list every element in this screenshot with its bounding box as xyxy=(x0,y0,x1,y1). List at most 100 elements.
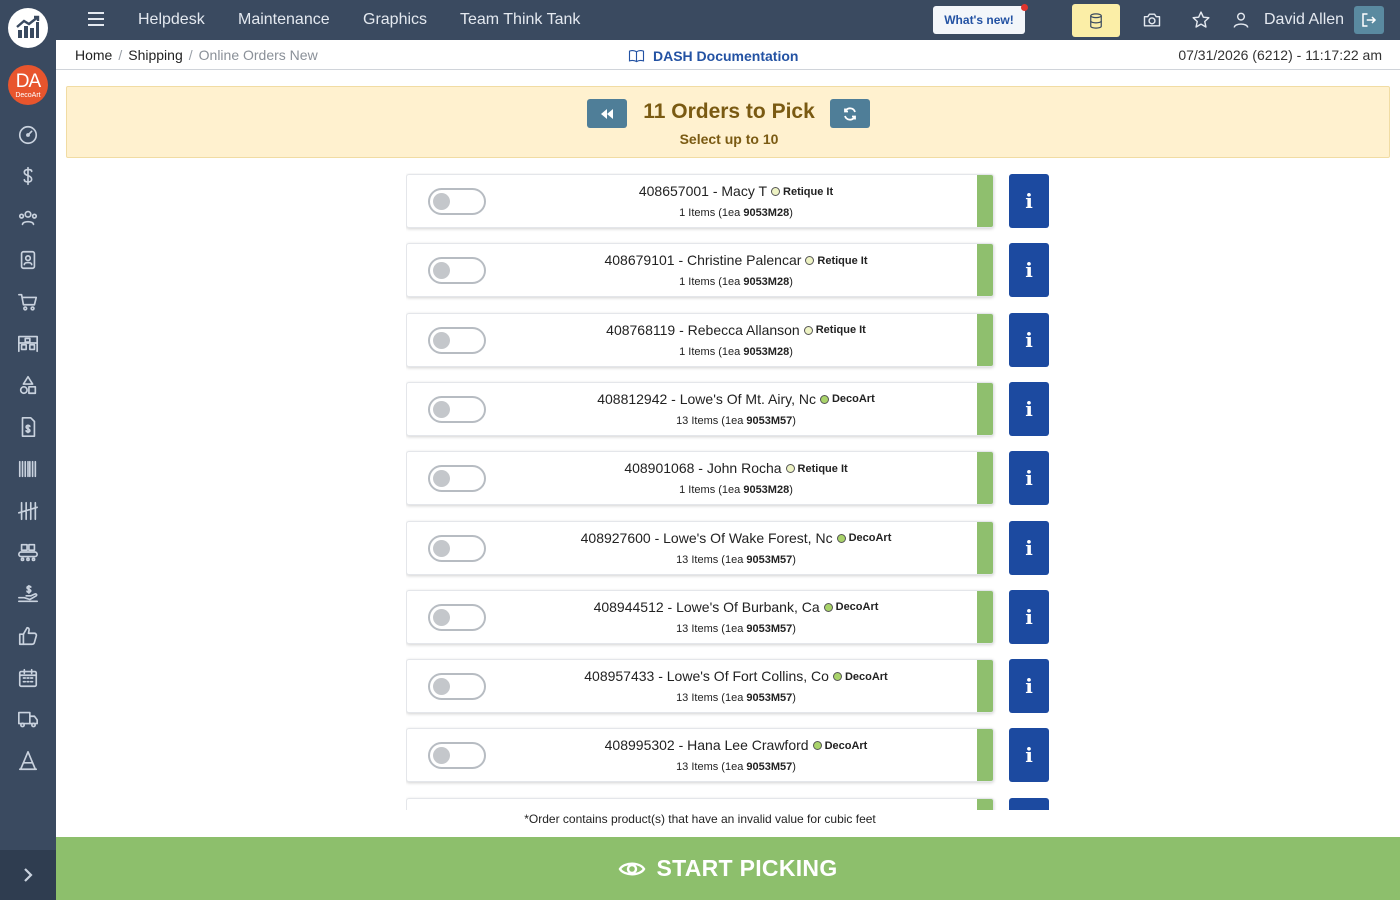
order-card[interactable]: 408812942 - Lowe's Of Mt. Airy, Nc DecoAr… xyxy=(406,381,994,436)
camera-icon[interactable] xyxy=(1142,10,1162,30)
breadcrumb-shipping[interactable]: Shipping xyxy=(128,47,183,63)
order-title: 408768119 - Rebecca Allanson Retique It xyxy=(493,322,979,338)
item-sku: 9053M57 xyxy=(746,761,793,774)
cart-icon[interactable] xyxy=(16,290,40,314)
avatar-initials: DA xyxy=(15,70,41,92)
brand-status-dot xyxy=(819,394,829,404)
conveyor-icon[interactable] xyxy=(16,540,40,564)
order-card[interactable]: 408679101 - Christine Palencar Retique It… xyxy=(406,243,994,298)
order-card[interactable]: 408901068 - John Rocha Retique It 1 Items … xyxy=(406,451,994,506)
breadcrumb-home[interactable]: Home xyxy=(75,47,112,63)
order-select-toggle[interactable] xyxy=(428,188,486,215)
order-card[interactable]: 408944512 - Lowe's Of Burbank, Ca DecoArt… xyxy=(406,589,994,644)
order-card[interactable]: 409018142 - Lowe's Of Schertz, Tx Retique… xyxy=(406,797,994,810)
whats-new-button[interactable]: What's new! xyxy=(933,4,1028,34)
sidebar-expand-button[interactable] xyxy=(0,850,56,900)
order-card[interactable]: 408657001 - Macy T Retique It 1 Items (1ea… xyxy=(406,174,994,228)
orders-count-title: 11 Orders to Pick xyxy=(643,100,815,123)
order-select-toggle[interactable] xyxy=(428,395,486,423)
order-card[interactable]: 408927600 - Lowe's Of Wake Forest, Nc Dec… xyxy=(406,520,994,575)
nav-helpdesk[interactable]: Helpdesk xyxy=(138,11,205,29)
order-select-toggle[interactable] xyxy=(428,534,486,562)
payment-icon[interactable] xyxy=(16,582,40,606)
order-items: 1 Items (1ea 9053M28) xyxy=(493,484,979,496)
order-info-button[interactable]: i xyxy=(1009,174,1049,228)
user-icon[interactable] xyxy=(1231,10,1251,30)
items-count: 13 Items (1ea xyxy=(676,692,747,705)
calendar-icon[interactable] xyxy=(16,666,40,690)
order-info-button[interactable]: i xyxy=(1009,312,1049,367)
whats-new-label: What's new! xyxy=(944,13,1014,27)
item-sku: 9053M57 xyxy=(746,414,793,427)
order-select-toggle[interactable] xyxy=(428,326,486,354)
order-card[interactable]: 408957433 - Lowe's Of Fort Collins, Co De… xyxy=(406,659,994,714)
cubic-feet-footnote: *Order contains product(s) that have an … xyxy=(524,812,876,826)
order-row: 409018142 - Lowe's Of Schertz, Tx Retique… xyxy=(406,797,1056,810)
contacts-icon[interactable] xyxy=(16,248,40,272)
user-name[interactable]: David Allen xyxy=(1264,11,1344,29)
order-card[interactable]: 408995302 - Hana Lee Crawford DecoArt 13 I… xyxy=(406,728,994,783)
info-icon: i xyxy=(1025,743,1033,768)
info-icon: i xyxy=(1025,258,1033,283)
toggle-knob xyxy=(433,193,450,210)
order-row: 408944512 - Lowe's Of Burbank, Ca DecoArt… xyxy=(406,589,1056,644)
dashboard-icon[interactable] xyxy=(16,123,40,147)
order-title: 408812942 - Lowe's Of Mt. Airy, Nc DecoAr… xyxy=(493,391,979,407)
nav-graphics[interactable]: Graphics xyxy=(363,11,427,29)
hamburger-menu-icon[interactable] xyxy=(88,12,104,28)
order-title: 408944512 - Lowe's Of Burbank, Ca DecoArt xyxy=(493,599,979,615)
brand-name: DecoArt xyxy=(824,739,868,752)
order-info-button[interactable]: i xyxy=(1009,728,1049,783)
barcode-icon[interactable] xyxy=(16,457,40,481)
brand-name: DecoArt xyxy=(844,670,888,683)
order-info-button[interactable]: i xyxy=(1009,589,1049,644)
order-info-button[interactable]: i xyxy=(1009,797,1049,810)
art-icon[interactable] xyxy=(16,749,40,773)
item-sku: 9053M28 xyxy=(743,276,790,289)
brand-name: Retique It xyxy=(817,254,868,267)
order-select-toggle[interactable] xyxy=(428,603,486,631)
brand-status-dot xyxy=(771,187,781,196)
shapes-icon[interactable] xyxy=(16,373,40,397)
order-number-customer: 408901068 - John Rocha xyxy=(624,460,782,477)
order-card[interactable]: 408768119 - Rebecca Allanson Retique It 1 … xyxy=(406,312,994,367)
order-select-toggle[interactable] xyxy=(428,257,486,285)
app-logo[interactable] xyxy=(8,8,48,48)
order-info-button[interactable]: i xyxy=(1009,451,1049,506)
order-info-button[interactable]: i xyxy=(1009,520,1049,575)
nav-team-think-tank[interactable]: Team Think Tank xyxy=(460,11,580,29)
items-count: 1 Items (1ea xyxy=(679,484,744,497)
database-button[interactable] xyxy=(1072,4,1120,37)
info-icon: i xyxy=(1025,396,1033,421)
start-picking-button[interactable]: START PICKING xyxy=(56,837,1400,900)
star-icon[interactable] xyxy=(1191,10,1211,30)
order-row: 408679101 - Christine Palencar Retique It… xyxy=(406,243,1056,298)
refresh-button[interactable] xyxy=(830,99,870,128)
order-info-button[interactable]: i xyxy=(1009,381,1049,436)
sidebar: DA DecoArt xyxy=(0,0,56,900)
order-info-button[interactable]: i xyxy=(1009,243,1049,298)
avatar[interactable]: DA DecoArt xyxy=(8,65,48,105)
tally-icon[interactable] xyxy=(16,499,40,523)
toggle-knob xyxy=(433,747,450,765)
users-icon[interactable] xyxy=(16,206,40,230)
order-status-stripe xyxy=(977,313,993,366)
warehouse-icon[interactable] xyxy=(16,331,40,355)
order-select-toggle[interactable] xyxy=(428,742,486,770)
order-info-button[interactable]: i xyxy=(1009,659,1049,714)
brand-status-dot xyxy=(836,533,846,543)
order-title: 409018142 - Lowe's Of Schertz, Tx Retique… xyxy=(493,807,979,810)
truck-icon[interactable] xyxy=(16,707,40,731)
documentation-link[interactable]: DASH Documentation xyxy=(628,48,798,64)
invoice-icon[interactable] xyxy=(16,415,40,439)
order-status-stripe xyxy=(977,729,993,782)
order-select-toggle[interactable] xyxy=(428,465,486,493)
brand-tag: Retique It xyxy=(805,254,868,267)
brand-tag: Retique It xyxy=(771,186,833,198)
logout-button[interactable] xyxy=(1354,6,1384,34)
nav-maintenance[interactable]: Maintenance xyxy=(238,11,330,29)
items-suffix: ) xyxy=(789,207,793,219)
thumbs-up-icon[interactable] xyxy=(16,624,40,648)
order-select-toggle[interactable] xyxy=(428,673,486,701)
dollar-icon[interactable] xyxy=(16,164,40,188)
